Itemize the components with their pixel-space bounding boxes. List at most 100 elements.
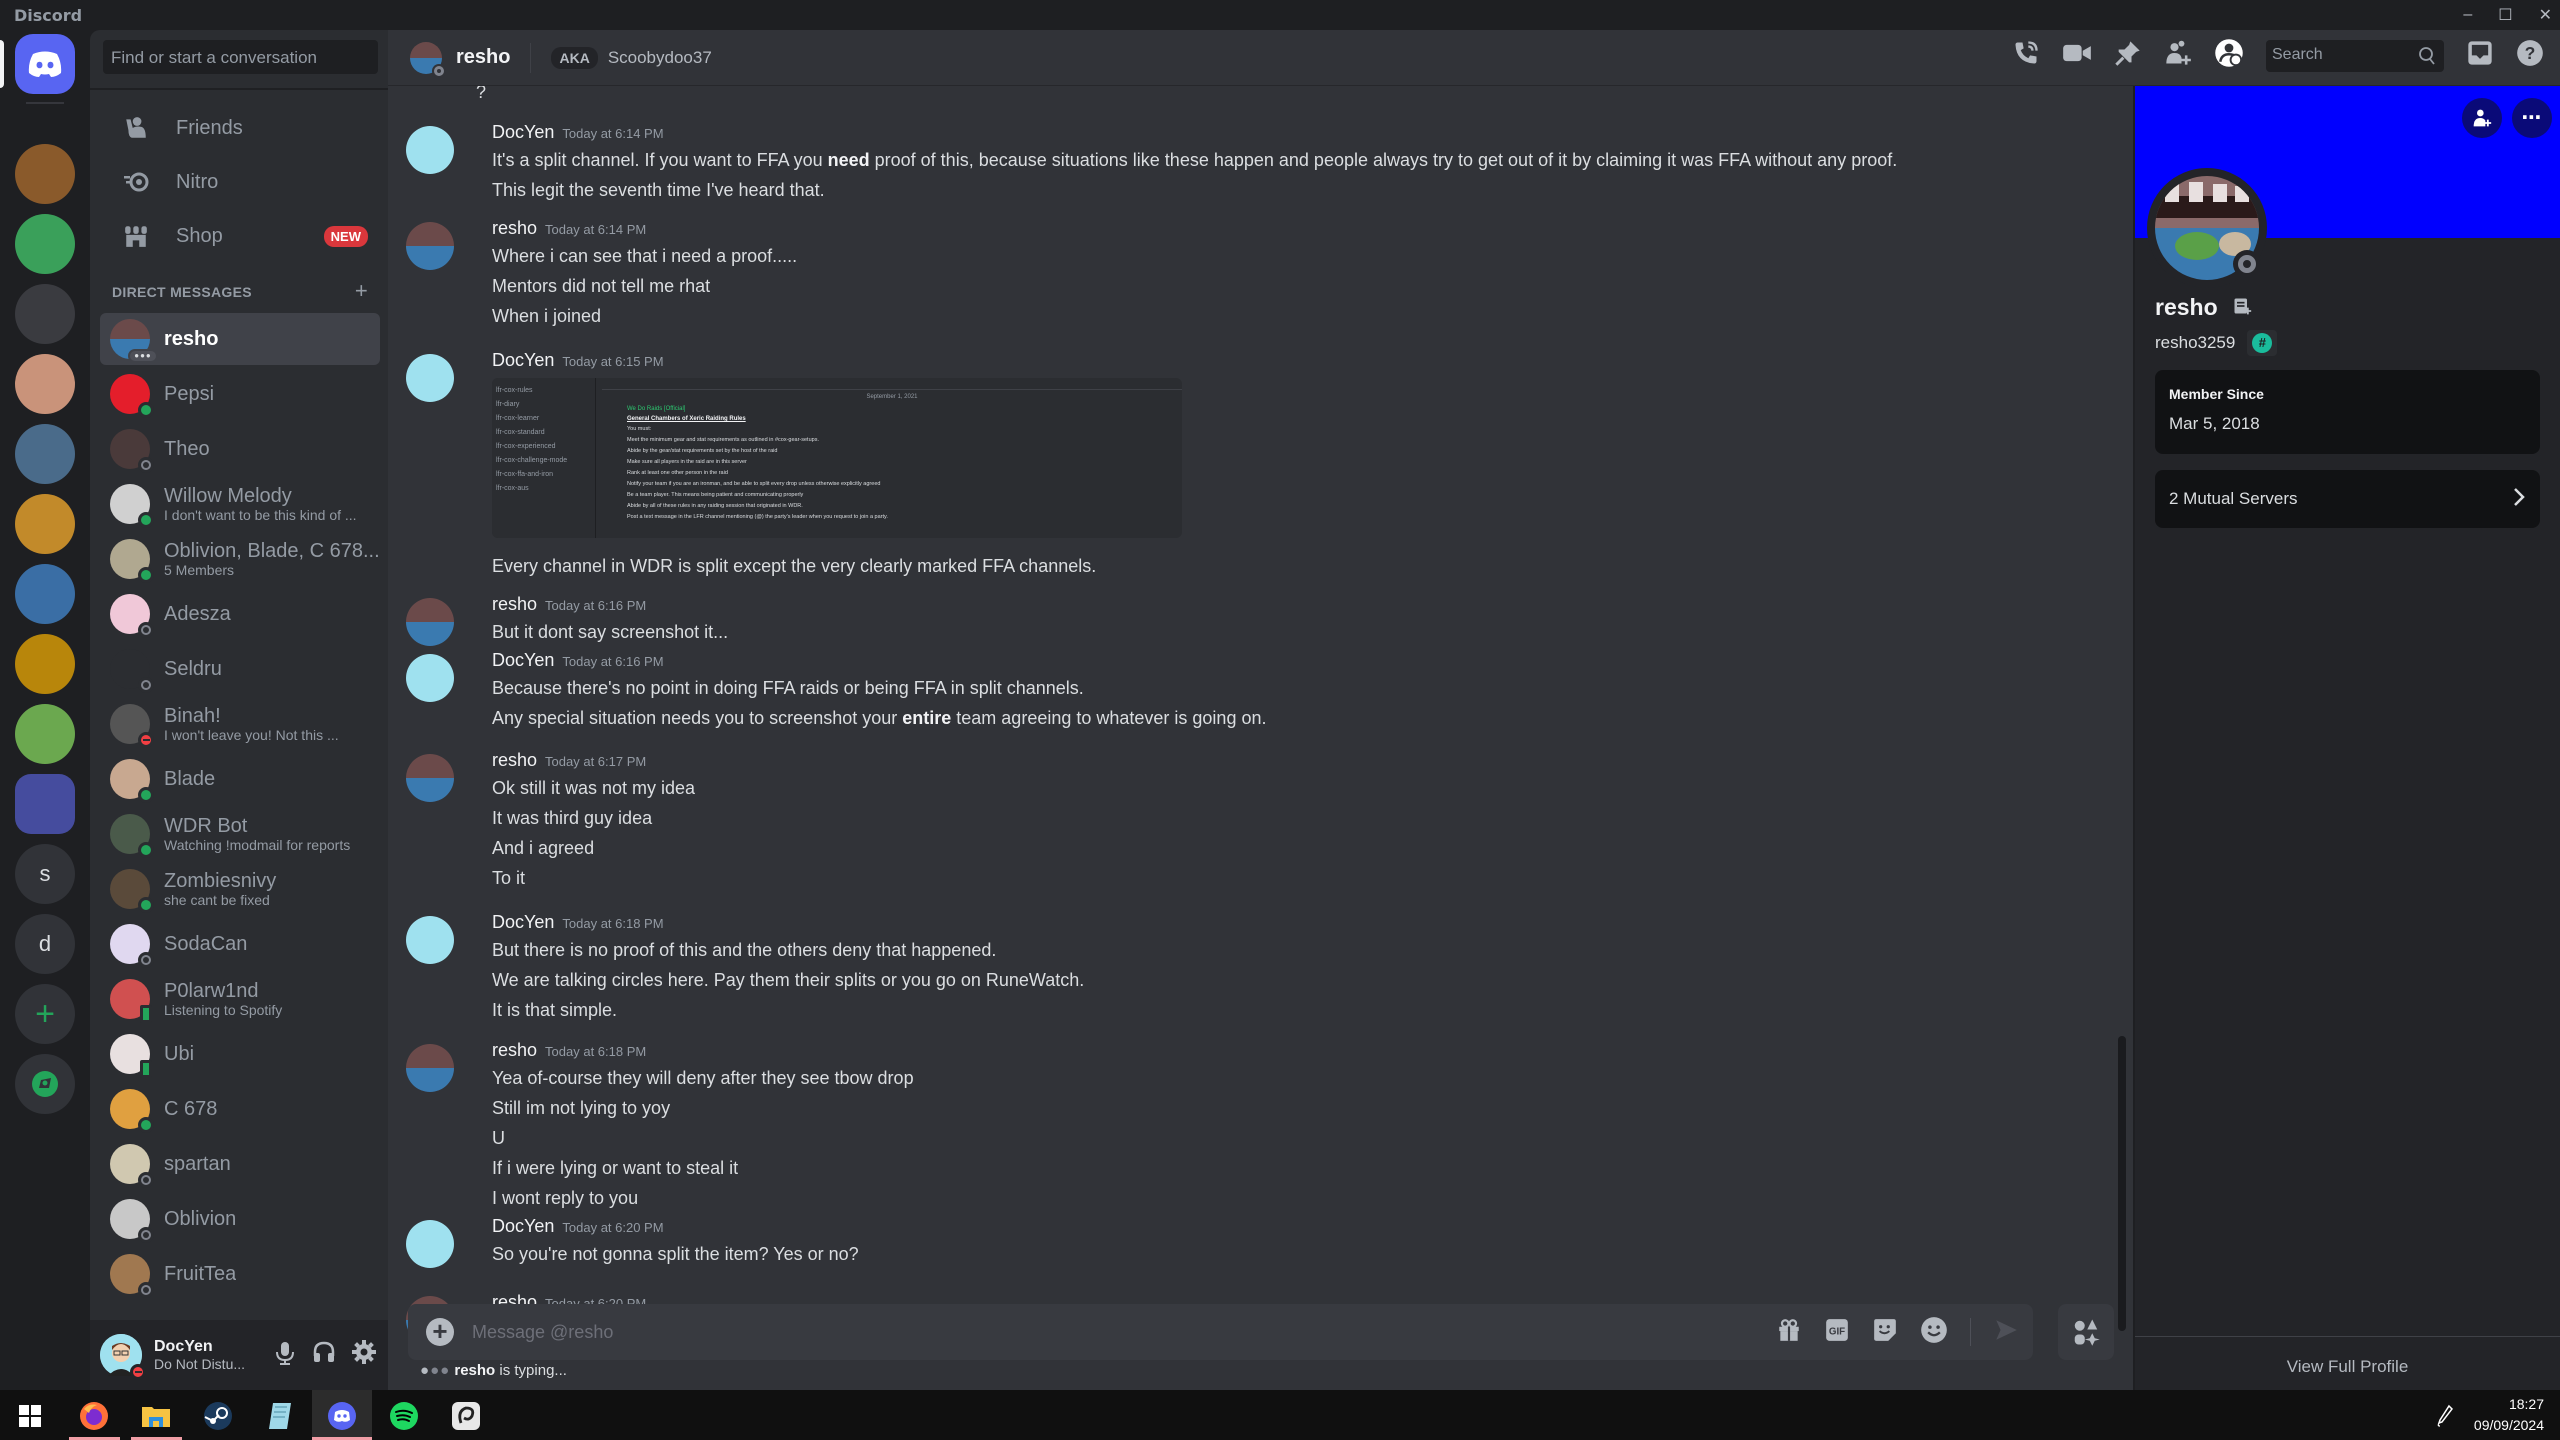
dm-item[interactable]: Blade xyxy=(100,753,380,805)
dm-item[interactable]: FruitTea xyxy=(100,1248,380,1300)
mutual-servers-button[interactable]: 2 Mutual Servers xyxy=(2155,470,2540,528)
avatar[interactable] xyxy=(406,1220,454,1268)
message-author[interactable]: DocYen xyxy=(492,912,554,932)
dm-item[interactable]: spartan xyxy=(100,1138,380,1190)
ellipsis-icon: ⋯ xyxy=(2521,107,2543,129)
dm-item[interactable]: Ubi xyxy=(100,1028,380,1080)
video-call-icon[interactable] xyxy=(2062,39,2092,72)
maximize-button[interactable]: ☐ xyxy=(2498,5,2512,25)
find-conversation-input[interactable]: Find or start a conversation xyxy=(103,40,378,74)
nav-shop[interactable]: Shop NEW xyxy=(100,210,380,262)
server-s[interactable]: s xyxy=(15,844,75,904)
dm-item[interactable]: C 678 xyxy=(100,1083,380,1135)
add-note-icon[interactable] xyxy=(2232,295,2252,322)
firefox-icon[interactable] xyxy=(76,1398,112,1434)
add-server-button[interactable]: + xyxy=(15,984,75,1044)
dm-item[interactable]: WDR Bot Watching !modmail for reports xyxy=(100,808,380,860)
chat-scrollbar[interactable] xyxy=(2118,1036,2126,1331)
call-icon[interactable] xyxy=(2012,39,2040,72)
server-helmet[interactable] xyxy=(15,634,75,694)
upload-plus-button[interactable]: + xyxy=(426,1318,454,1346)
message-author[interactable]: resho xyxy=(492,750,537,770)
mic-icon[interactable] xyxy=(274,1340,296,1371)
inbox-icon[interactable] xyxy=(2466,39,2494,72)
server-person[interactable] xyxy=(15,424,75,484)
emoji-icon[interactable] xyxy=(1920,1316,1948,1349)
server-wdr[interactable] xyxy=(15,564,75,624)
apps-button[interactable] xyxy=(2058,1304,2114,1360)
server-folder[interactable] xyxy=(15,774,75,834)
avatar[interactable] xyxy=(406,354,454,402)
create-dm-button[interactable]: + xyxy=(355,280,368,302)
send-icon[interactable] xyxy=(1993,1317,2019,1348)
minimize-button[interactable]: – xyxy=(2463,6,2472,24)
dm-item[interactable]: Theo xyxy=(100,423,380,475)
windows-start-icon[interactable] xyxy=(12,1398,48,1434)
pin-icon[interactable] xyxy=(2114,39,2142,72)
spotify-icon[interactable] xyxy=(386,1398,422,1434)
message-author[interactable]: DocYen xyxy=(492,650,554,670)
steam-icon[interactable] xyxy=(200,1398,236,1434)
message-author[interactable]: resho xyxy=(492,594,537,614)
dm-item[interactable]: Oblivion xyxy=(100,1193,380,1245)
pen-tray-icon[interactable] xyxy=(2430,1398,2460,1434)
message-author[interactable]: DocYen xyxy=(492,350,554,370)
dm-item[interactable]: Adesza xyxy=(100,588,380,640)
dm-item[interactable]: SodaCan xyxy=(100,918,380,970)
message-author[interactable]: resho xyxy=(492,218,537,238)
avatar[interactable] xyxy=(406,1044,454,1092)
avatar[interactable] xyxy=(406,654,454,702)
discord-taskbar-icon[interactable] xyxy=(324,1398,360,1434)
avatar[interactable] xyxy=(406,754,454,802)
headphones-icon[interactable] xyxy=(312,1340,336,1371)
add-friends-to-dm-icon[interactable] xyxy=(2164,39,2192,72)
server-d[interactable]: d xyxy=(15,914,75,974)
notepad-icon[interactable] xyxy=(262,1398,298,1434)
server-toast[interactable] xyxy=(15,144,75,204)
server-bunny[interactable] xyxy=(15,284,75,344)
avatar[interactable] xyxy=(406,598,454,646)
system-clock[interactable]: 18:27 09/09/2024 xyxy=(2474,1394,2544,1436)
close-button[interactable]: ✕ xyxy=(2539,5,2552,25)
message-author[interactable]: DocYen xyxy=(492,122,554,142)
more-options-button[interactable]: ⋯ xyxy=(2512,98,2552,138)
server-face[interactable] xyxy=(15,354,75,414)
clip-studio-icon[interactable] xyxy=(448,1398,484,1434)
dm-item[interactable]: P0larw1nd Listening to Spotify xyxy=(100,973,380,1025)
nav-friends[interactable]: Friends xyxy=(100,102,380,154)
home-button[interactable] xyxy=(15,34,75,94)
dm-item[interactable]: ●●● resho xyxy=(100,313,380,365)
dm-item[interactable]: Seldru xyxy=(100,643,380,695)
dm-item[interactable]: Zombiesnivy she cant be fixed xyxy=(100,863,380,915)
server-hammock[interactable] xyxy=(15,704,75,764)
hashtag-badge[interactable]: # xyxy=(2247,330,2278,356)
avatar[interactable] xyxy=(406,126,454,174)
dm-item[interactable]: Pepsi xyxy=(100,368,380,420)
sticker-icon[interactable] xyxy=(1872,1317,1898,1348)
server-centurion[interactable] xyxy=(15,494,75,554)
message-author[interactable]: DocYen xyxy=(492,1216,554,1236)
gif-icon[interactable]: GIF xyxy=(1824,1317,1850,1348)
header-search-input[interactable]: Search xyxy=(2266,39,2444,72)
avatar[interactable] xyxy=(406,916,454,964)
dm-item[interactable]: Willow Melody I don't want to be this kin… xyxy=(100,478,380,530)
server-pepper[interactable] xyxy=(15,214,75,274)
message-author[interactable]: resho xyxy=(492,1040,537,1060)
gift-icon[interactable] xyxy=(1776,1317,1802,1348)
avatar[interactable] xyxy=(406,222,454,270)
profile-avatar[interactable] xyxy=(2147,168,2267,288)
nav-nitro[interactable]: Nitro xyxy=(100,156,380,208)
message-input[interactable]: Message @resho xyxy=(472,1322,613,1343)
dm-item[interactable]: Binah! I won't leave you! Not this ... xyxy=(100,698,380,750)
discover-button[interactable] xyxy=(15,1054,75,1114)
user-profile-toggle-icon[interactable] xyxy=(2214,38,2244,73)
offline-status-icon xyxy=(138,457,154,473)
file-explorer-icon[interactable] xyxy=(138,1398,174,1434)
settings-gear-icon[interactable] xyxy=(352,1339,376,1371)
help-icon[interactable]: ? xyxy=(2516,39,2544,72)
add-friend-button[interactable] xyxy=(2462,98,2502,138)
view-full-profile-link[interactable]: View Full Profile xyxy=(2135,1336,2560,1377)
image-attachment[interactable]: lfr-cox-rules lfr-diary lfr-cox-learner lfr… xyxy=(492,378,1182,538)
avatar[interactable] xyxy=(100,1334,146,1380)
dm-item[interactable]: Oblivion, Blade, C 678... 5 Members xyxy=(100,533,380,585)
